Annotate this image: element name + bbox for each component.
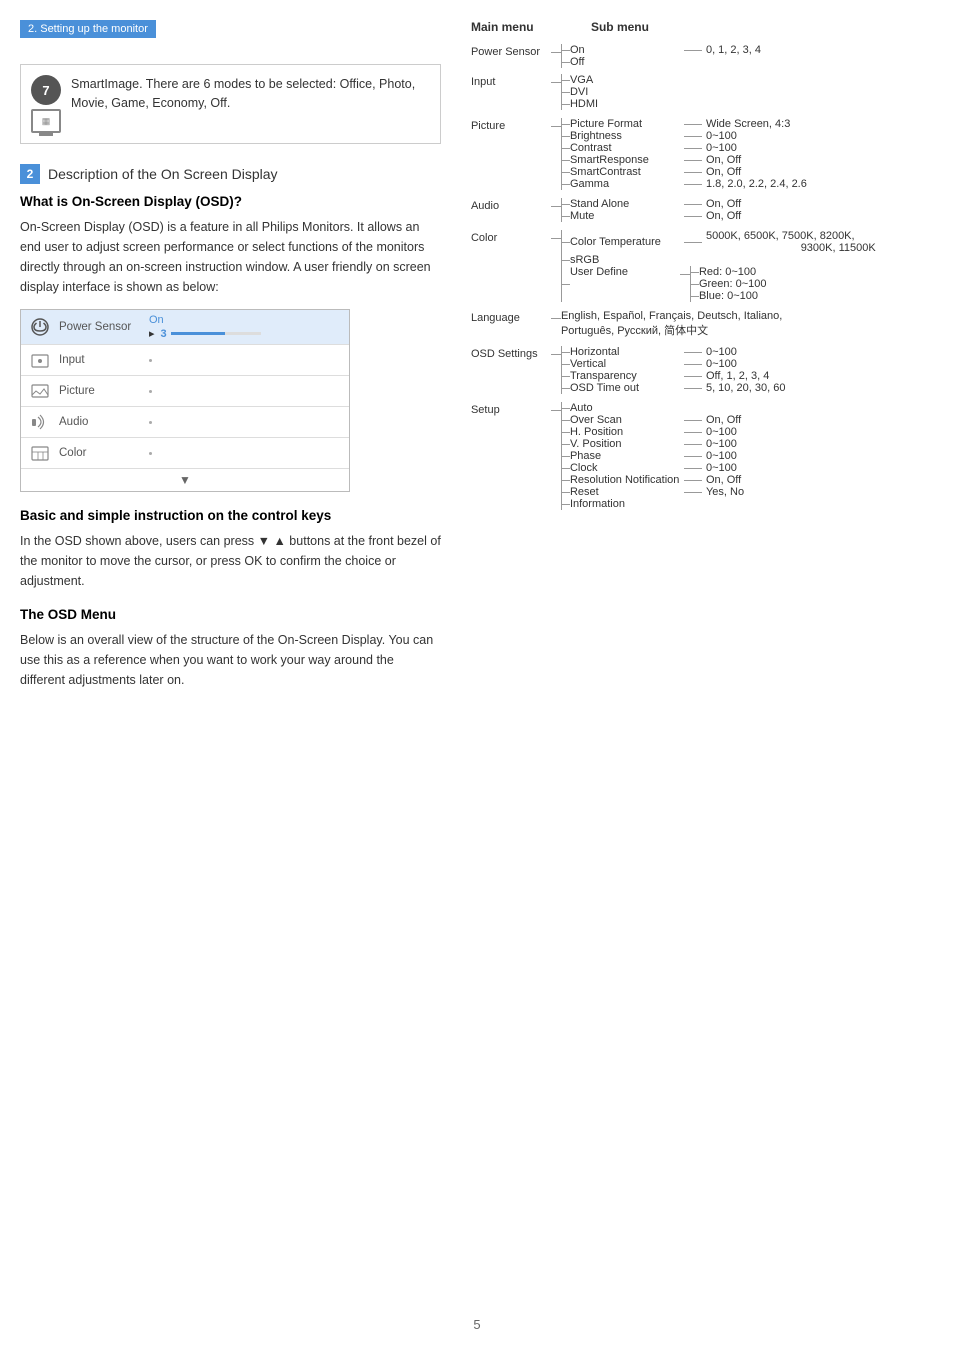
subsection2-title: Basic and simple instruction on the cont… (20, 508, 441, 523)
color-label: Color (59, 447, 149, 459)
tree-picture: Picture Picture Format Wide Screen, 4:3 … (471, 118, 934, 190)
osd-demo-widget: Power Sensor On ▸ 3 (20, 309, 350, 492)
audio-icon (29, 411, 51, 433)
tree-power-sensor: Power Sensor On 0, 1, 2, 3, 4 Off (471, 44, 934, 68)
page-number: 5 (473, 1317, 480, 1332)
tree-input: Input VGA DVI HDMI (471, 74, 934, 110)
language-main: Language (471, 310, 551, 324)
v-position-sub: V. Position 0~100 (562, 438, 744, 450)
language-values-1: English, Español, Français, Deutsch, Ita… (561, 310, 782, 322)
number-7-icon: 7 (31, 75, 61, 105)
information-sub: Information (562, 498, 744, 510)
tree-osd-settings: OSD Settings Horizontal 0~100 Vertical 0… (471, 346, 934, 394)
power-sensor-main: Power Sensor (471, 44, 551, 58)
audio-main: Audio (471, 198, 551, 212)
osd-item-picture: Picture (21, 376, 349, 407)
input-icon (29, 349, 51, 371)
phase-sub: Phase 0~100 (562, 450, 744, 462)
setup-main: Setup (471, 402, 551, 416)
resolution-notification-sub: Resolution Notification On, Off (562, 474, 744, 486)
smartimage-description: SmartImage. There are 6 modes to be sele… (71, 75, 430, 113)
input-hdmi-sub: HDMI (562, 98, 680, 110)
stand-alone-sub: Stand Alone On, Off (562, 198, 741, 210)
osd-item-audio: Audio (21, 407, 349, 438)
gamma-sub: Gamma 1.8, 2.0, 2.2, 2.4, 2.6 (562, 178, 807, 190)
smartimage-box: 7 ▦ SmartImage. There are 6 modes to be … (20, 64, 441, 144)
smartresponse-sub: SmartResponse On, Off (562, 154, 807, 166)
main-menu-header: Main menu (471, 20, 551, 34)
input-vga-sub: VGA (562, 74, 680, 86)
smartcontrast-sub: SmartContrast On, Off (562, 166, 807, 178)
contrast-sub: Contrast 0~100 (562, 142, 807, 154)
smartimage-icons: 7 ▦ (31, 75, 61, 133)
vertical-sub: Vertical 0~100 (562, 358, 786, 370)
brightness-sub: Brightness 0~100 (562, 130, 807, 142)
color-dots (149, 450, 341, 457)
section2-badge: 2 (20, 164, 40, 184)
tree-audio: Audio Stand Alone On, Off Mute On, Off (471, 198, 934, 222)
power-sensor-icon (29, 316, 51, 338)
tree-color: Color Color Temperature 5000K, 6500K, 75… (471, 230, 934, 302)
right-column: Main menu Sub menu Power Sensor On 0, 1,… (461, 20, 934, 1332)
audio-dots (149, 419, 341, 426)
picture-format-sub: Picture Format Wide Screen, 4:3 (562, 118, 807, 130)
osd-item-input: Input (21, 345, 349, 376)
subsection2-text: In the OSD shown above, users can press … (20, 531, 441, 591)
language-values-2: Português, Русский, 简体中文 (561, 322, 782, 338)
color-temp-sub: Color Temperature 5000K, 6500K, 7500K, 8… (562, 230, 876, 254)
color-main: Color (471, 230, 551, 244)
picture-main: Picture (471, 118, 551, 132)
subsection3-text: Below is an overall view of the structur… (20, 630, 441, 690)
monitor-icon: ▦ (31, 109, 61, 133)
h-position-sub: H. Position 0~100 (562, 426, 744, 438)
color-icon (29, 442, 51, 464)
power-on-sub: On 0, 1, 2, 3, 4 (562, 44, 761, 56)
power-off-sub: Off (562, 56, 761, 68)
input-dvi-sub: DVI (562, 86, 680, 98)
subsection3-title: The OSD Menu (20, 607, 441, 622)
section-header: 2. Setting up the monitor (20, 20, 441, 50)
red-sub: Red: 0~100 (691, 266, 767, 278)
srgb-sub: sRGB (562, 254, 876, 266)
input-main: Input (471, 74, 551, 88)
mute-sub: Mute On, Off (562, 210, 741, 222)
osd-time-out-sub: OSD Time out 5, 10, 20, 30, 60 (562, 382, 786, 394)
picture-label: Picture (59, 385, 149, 397)
power-sensor-values: On ▸ 3 (149, 314, 341, 340)
osd-scroll-down: ▼ (21, 469, 349, 491)
osd-settings-main: OSD Settings (471, 346, 551, 360)
power-sensor-label: Power Sensor (59, 321, 149, 333)
osd-item-color: Color (21, 438, 349, 469)
blue-sub: Blue: 0~100 (691, 290, 767, 302)
picture-dots (149, 388, 341, 395)
left-column: 2. Setting up the monitor 7 ▦ SmartImage… (20, 20, 461, 1332)
section2-title: Description of the On Screen Display (48, 166, 278, 182)
clock-sub: Clock 0~100 (562, 462, 744, 474)
user-define-sub: User Define Red: 0~100 Green: 0~100 (562, 266, 876, 302)
subsection1-text: On-Screen Display (OSD) is a feature in … (20, 217, 441, 297)
subsection1-title: What is On-Screen Display (OSD)? (20, 194, 441, 209)
input-label: Input (59, 354, 149, 366)
auto-sub: Auto (562, 402, 744, 414)
audio-label: Audio (59, 416, 149, 428)
section2-heading: 2 Description of the On Screen Display (20, 164, 441, 184)
over-scan-sub: Over Scan On, Off (562, 414, 744, 426)
green-sub: Green: 0~100 (691, 278, 767, 290)
input-dots (149, 357, 341, 364)
osd-item-power-sensor: Power Sensor On ▸ 3 (21, 310, 349, 345)
transparency-sub: Transparency Off, 1, 2, 3, 4 (562, 370, 786, 382)
sub-menu-header: Sub menu (591, 20, 649, 34)
tree-language: Language English, Español, Français, Deu… (471, 310, 934, 338)
tree-setup: Setup Auto Over Scan On, Off H. Position (471, 402, 934, 510)
tree-headers: Main menu Sub menu (471, 20, 934, 34)
horizontal-sub: Horizontal 0~100 (562, 346, 786, 358)
reset-sub: Reset Yes, No (562, 486, 744, 498)
picture-icon (29, 380, 51, 402)
